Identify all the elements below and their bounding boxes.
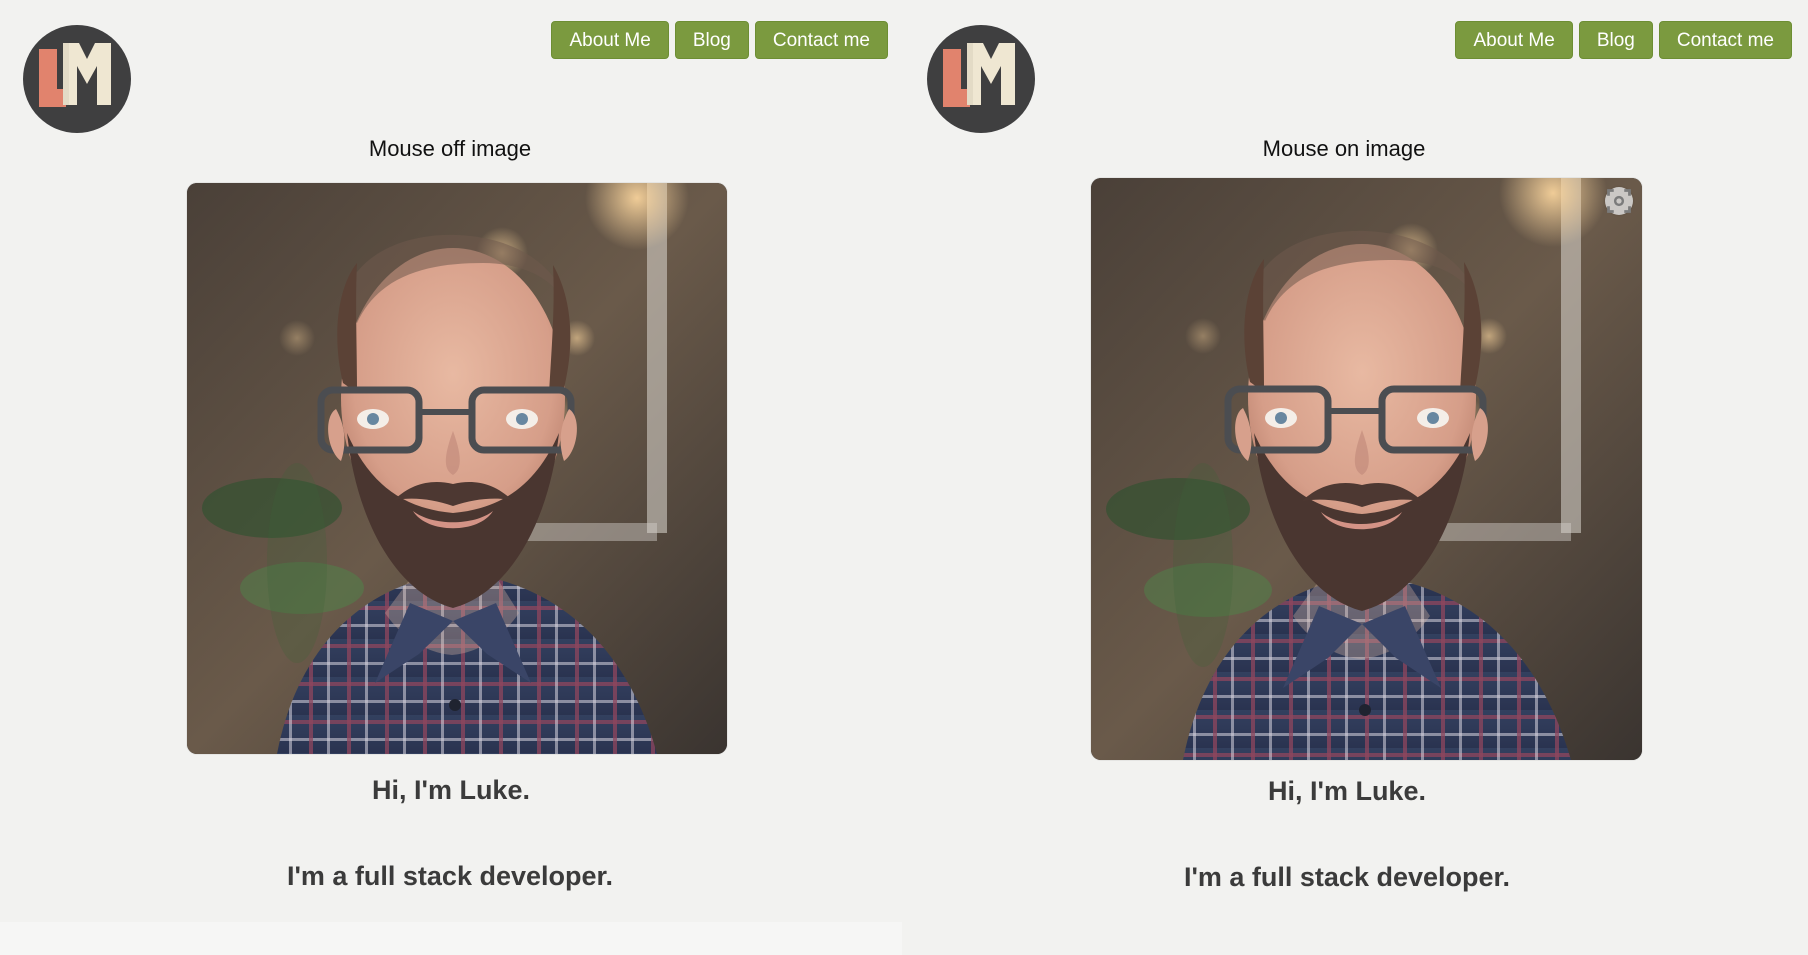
left-panel: About Me Blog Contact me Mouse off image: [0, 0, 902, 955]
right-nav: About Me Blog Contact me: [1455, 21, 1792, 59]
about-me-button[interactable]: About Me: [1455, 21, 1573, 59]
site-logo-icon[interactable]: [23, 25, 131, 133]
contact-me-button[interactable]: Contact me: [754, 21, 888, 59]
contact-me-button[interactable]: Contact me: [1658, 21, 1792, 59]
left-nav: About Me Blog Contact me: [551, 21, 888, 59]
right-panel: About Me Blog Contact me Mouse on image: [904, 0, 1806, 955]
bottom-strip: [0, 922, 902, 955]
about-me-button[interactable]: About Me: [551, 21, 669, 59]
role-heading: I'm a full stack developer.: [1183, 862, 1511, 892]
site-logo-icon[interactable]: [927, 25, 1035, 133]
comparison-screen: About Me Blog Contact me Mouse off image: [0, 0, 1808, 955]
profile-photo[interactable]: [1091, 178, 1642, 760]
role-heading: I'm a full stack developer.: [286, 861, 614, 891]
state-caption: Mouse on image: [1262, 136, 1426, 161]
profile-photo[interactable]: [187, 183, 727, 754]
state-caption: Mouse off image: [368, 136, 532, 161]
intro-heading: Hi, I'm Luke.: [372, 775, 530, 805]
blog-button[interactable]: Blog: [1578, 21, 1653, 59]
blog-button[interactable]: Blog: [674, 21, 749, 59]
scan-icon[interactable]: [1605, 187, 1633, 215]
intro-heading: Hi, I'm Luke.: [1268, 776, 1426, 806]
